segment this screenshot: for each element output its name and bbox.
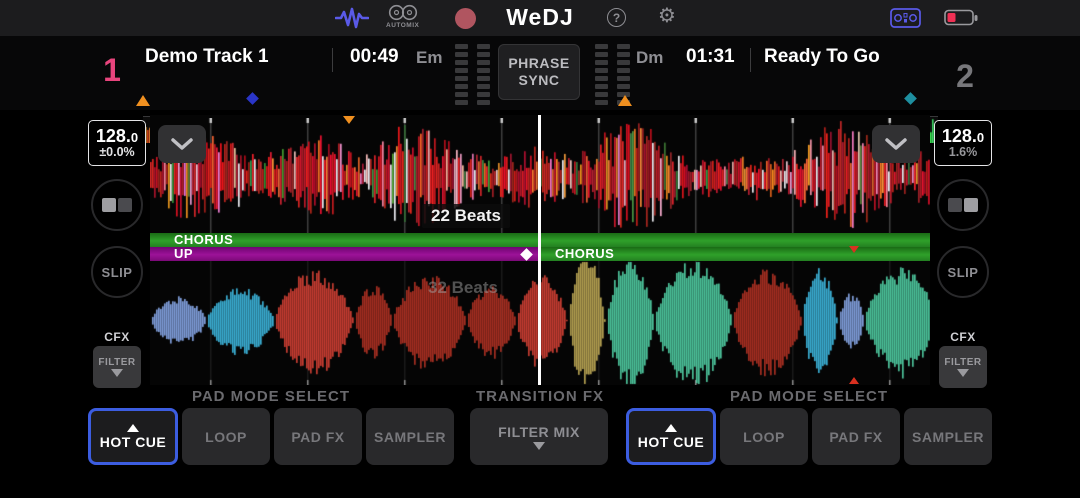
- deck1-cfx-label: CFX: [91, 330, 143, 344]
- deck1-pad-pad-fx[interactable]: PAD FX: [274, 408, 362, 465]
- deck1-pad-hot-cue[interactable]: HOT CUE: [88, 408, 178, 465]
- triangle-up-icon: [665, 424, 677, 432]
- deck2-collapse-button[interactable]: [872, 125, 920, 163]
- deck1-tempo: ±0.0%: [99, 146, 134, 159]
- beat-marker-icon: [343, 116, 355, 124]
- deck1-view-toggle-button[interactable]: [91, 179, 143, 231]
- deck1-hotcue-marker: [246, 92, 259, 105]
- deck2-beats-count: 32 Beats: [428, 278, 498, 298]
- deck1-beats-count: 22 Beats: [422, 204, 510, 228]
- deck2-cfx-label: CFX: [937, 330, 989, 344]
- battery-icon: [944, 9, 979, 27]
- controller-icon[interactable]: [890, 8, 921, 28]
- chevron-down-icon: [957, 369, 969, 377]
- deck1-pad-loop[interactable]: LOOP: [182, 408, 270, 465]
- triangle-up-icon: [127, 424, 139, 432]
- deck2-track-title: Ready To Go: [764, 46, 880, 68]
- deck1-number: 1: [96, 52, 128, 89]
- deck1-slip-button[interactable]: SLIP: [91, 246, 143, 298]
- deck2-time[interactable]: 01:31: [686, 46, 735, 68]
- app-title: WeDJ: [480, 4, 600, 31]
- chevron-down-icon: [533, 442, 545, 450]
- deck1-pad-sampler[interactable]: SAMPLER: [366, 408, 454, 465]
- deck1-track-title: Demo Track 1: [145, 46, 269, 68]
- deck2-pad-pad-fx[interactable]: PAD FX: [812, 408, 900, 465]
- transition-fx-select[interactable]: FILTER MIX: [470, 408, 608, 465]
- phrase-diamond-marker: [520, 248, 533, 261]
- deck1-cue-marker: [136, 95, 150, 106]
- pad-mode-select-header-right: PAD MODE SELECT: [626, 388, 992, 405]
- deck2-view-toggle-button[interactable]: [937, 179, 989, 231]
- divider: [750, 48, 751, 72]
- divider: [332, 48, 333, 72]
- deck2-bpm-display[interactable]: 128.0 1.6%: [934, 120, 992, 166]
- deck2-hotcue-marker: [904, 92, 917, 105]
- deck1-key: Em: [416, 48, 442, 68]
- phrase-sync-button[interactable]: PHRASE SYNC: [498, 44, 580, 100]
- waveform-view-icon[interactable]: [335, 7, 369, 29]
- deck2-pad-sampler[interactable]: SAMPLER: [904, 408, 992, 465]
- deck2-number: 2: [948, 58, 982, 95]
- chevron-down-icon: [111, 369, 123, 377]
- deck1-cfx-filter-select[interactable]: FILTER: [93, 346, 141, 388]
- cue-marker-icon: [849, 377, 859, 384]
- deck2-cfx-filter-select[interactable]: FILTER: [939, 346, 987, 388]
- deck1-time[interactable]: 00:49: [350, 46, 399, 68]
- chevron-down-icon: [171, 138, 193, 150]
- automix-label: AUTOMIX: [386, 22, 419, 29]
- deck1-level-meter: [455, 44, 490, 105]
- deck2-pad-hot-cue[interactable]: HOT CUE: [626, 408, 716, 465]
- deck2-key: Dm: [636, 48, 663, 68]
- wedj-app: AUTOMIX WeDJ ? ⚙: [0, 0, 1080, 498]
- deck1-collapse-button[interactable]: [158, 125, 206, 163]
- cue-marker-icon: [849, 246, 859, 253]
- record-button[interactable]: [455, 8, 476, 29]
- playhead: [538, 115, 541, 385]
- deck2-cue-marker: [618, 95, 632, 106]
- track-info-bar: 1 Demo Track 1 00:49 Em PHRASE SYNC Dm 0…: [0, 36, 1080, 110]
- automix-icon[interactable]: AUTOMIX: [386, 4, 419, 29]
- deck2-phrase-bar: CHORUS: [541, 247, 930, 261]
- pad-mode-select-header-left: PAD MODE SELECT: [88, 388, 454, 405]
- top-bar: AUTOMIX WeDJ ? ⚙: [0, 0, 1080, 36]
- deck1-phrase-bar-up: UP: [150, 247, 539, 261]
- deck2-slip-button[interactable]: SLIP: [937, 246, 989, 298]
- help-icon[interactable]: ?: [607, 8, 626, 27]
- chevron-down-icon: [885, 138, 907, 150]
- deck2-pad-loop[interactable]: LOOP: [720, 408, 808, 465]
- deck1-bpm-display[interactable]: 128.0 ±0.0%: [88, 120, 146, 166]
- deck2-tempo: 1.6%: [949, 146, 978, 159]
- gear-icon[interactable]: ⚙: [658, 6, 676, 26]
- transition-fx-header: TRANSITION FX: [460, 388, 620, 405]
